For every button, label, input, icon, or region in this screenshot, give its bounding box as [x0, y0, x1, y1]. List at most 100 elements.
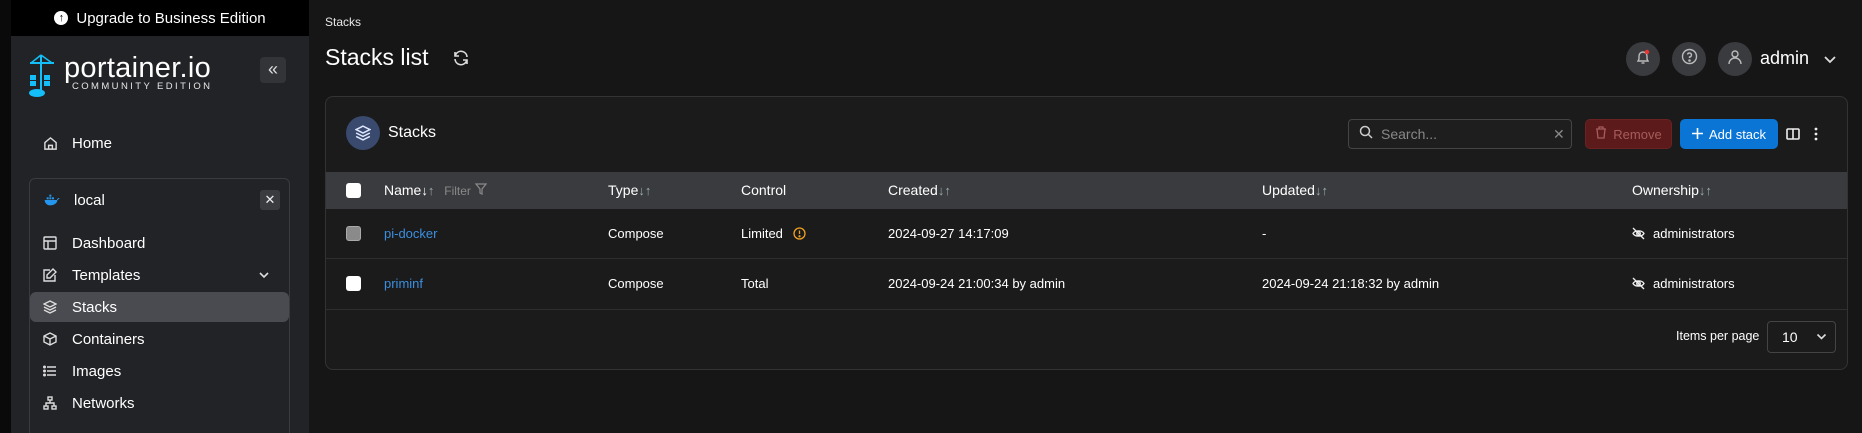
- sidebar-item-dashboard[interactable]: Dashboard: [30, 228, 290, 258]
- environment-header[interactable]: local: [32, 185, 252, 215]
- sort-icon[interactable]: ↓↑: [938, 183, 951, 198]
- upgrade-label: Upgrade to Business Edition: [76, 9, 266, 27]
- warning-icon[interactable]: [792, 227, 806, 243]
- network-icon: [42, 395, 58, 411]
- sidebar-item-templates[interactable]: Templates: [30, 260, 290, 290]
- panel-title: Stacks: [388, 124, 437, 141]
- search-input[interactable]: [1381, 126, 1541, 142]
- search-box[interactable]: ✕: [1348, 119, 1572, 149]
- column-label: Name: [384, 182, 422, 198]
- list-icon: [42, 363, 58, 379]
- column-type[interactable]: Type↓↑: [608, 182, 651, 198]
- chevron-down-icon[interactable]: [258, 268, 270, 285]
- layers-icon: [42, 299, 58, 315]
- stack-control: Limited: [741, 226, 806, 243]
- help-icon: [1681, 48, 1698, 70]
- chevron-down-icon[interactable]: [1823, 52, 1837, 71]
- row-checkbox[interactable]: [346, 226, 361, 241]
- add-stack-button[interactable]: Add stack: [1680, 119, 1778, 149]
- sidebar-item-label: Dashboard: [72, 234, 146, 252]
- home-icon: [42, 135, 58, 151]
- stack-updated: -: [1262, 226, 1267, 241]
- box-icon: [42, 331, 58, 347]
- upgrade-button[interactable]: ↑ Upgrade to Business Edition: [11, 0, 309, 36]
- column-label: Type: [608, 182, 639, 198]
- plus-icon: [1691, 127, 1703, 142]
- edit-icon: [42, 267, 58, 283]
- edition-label: COMMUNITY EDITION: [72, 81, 213, 92]
- sidebar-item-label: Templates: [72, 266, 141, 284]
- user-icon: [1727, 49, 1743, 70]
- column-ownership[interactable]: Ownership↓↑: [1632, 182, 1712, 198]
- sidebar-item-networks[interactable]: Networks: [30, 388, 290, 418]
- sort-icon[interactable]: ↓↑: [638, 183, 651, 198]
- docker-icon: [44, 192, 60, 208]
- stack-type: Compose: [608, 226, 664, 241]
- stack-type: Compose: [608, 276, 664, 291]
- portainer-crane-icon: [29, 54, 54, 97]
- sidebar-item-label: Stacks: [72, 298, 118, 316]
- stack-created: 2024-09-27 14:17:09: [888, 226, 1009, 241]
- eye-off-icon: [1632, 227, 1645, 243]
- column-label: Created: [888, 182, 938, 198]
- stack-control: Total: [741, 276, 769, 291]
- stack-updated: 2024-09-24 21:18:32 by admin: [1262, 276, 1440, 291]
- sidebar-item-label: Home: [72, 134, 113, 152]
- sidebar-item-home[interactable]: Home: [30, 128, 290, 158]
- page-title: Stacks list: [325, 44, 429, 70]
- filter-label[interactable]: Filter: [444, 184, 471, 198]
- column-updated[interactable]: Updated↓↑: [1262, 182, 1328, 198]
- refresh-icon[interactable]: [452, 49, 470, 72]
- column-name[interactable]: Name↓↑ Filter: [384, 182, 488, 198]
- trash-icon: [1595, 126, 1607, 142]
- search-icon: [1359, 125, 1373, 144]
- column-created[interactable]: Created↓↑: [888, 182, 951, 198]
- sidebar-item-label: Images: [72, 362, 122, 380]
- layers-icon: [346, 116, 380, 150]
- breadcrumb[interactable]: Stacks: [325, 15, 361, 29]
- collapse-sidebar-button[interactable]: «: [260, 57, 286, 83]
- arrow-up-icon: ↑: [54, 11, 69, 25]
- sidebar-item-images[interactable]: Images: [30, 356, 290, 386]
- add-stack-label: Add stack: [1708, 126, 1767, 142]
- stack-name-link[interactable]: priminf: [384, 276, 423, 291]
- column-label: Ownership: [1632, 182, 1699, 198]
- remove-label: Remove: [1613, 126, 1662, 142]
- close-environment-button[interactable]: ✕: [260, 190, 280, 210]
- sidebar-item-containers[interactable]: Containers: [30, 324, 290, 354]
- more-options-icon[interactable]: [1813, 127, 1819, 146]
- chevron-down-icon: [1816, 329, 1827, 345]
- filter-icon[interactable]: [474, 182, 488, 198]
- column-label: Control: [741, 182, 787, 198]
- stack-name-link[interactable]: pi-docker: [384, 226, 437, 241]
- sidebar-item-stacks[interactable]: Stacks: [30, 292, 289, 322]
- stack-ownership: administrators: [1632, 226, 1735, 243]
- remove-button[interactable]: Remove: [1585, 119, 1672, 149]
- brand-name: portainer.io: [64, 52, 212, 84]
- select-all-checkbox[interactable]: [346, 183, 361, 198]
- sort-icon[interactable]: ↓↑: [1699, 183, 1712, 198]
- items-per-page-value: 10: [1782, 329, 1798, 345]
- items-per-page-select[interactable]: 10: [1767, 321, 1836, 353]
- columns-icon[interactable]: [1786, 127, 1800, 146]
- column-control: Control: [741, 182, 786, 198]
- row-checkbox[interactable]: [346, 276, 361, 291]
- bell-icon: [1635, 49, 1651, 70]
- table-header: [326, 172, 1847, 209]
- row-divider: [326, 309, 1847, 310]
- clear-search-icon[interactable]: ✕: [1553, 126, 1565, 143]
- sort-icon[interactable]: ↑: [428, 183, 435, 198]
- help-button[interactable]: [1672, 42, 1706, 76]
- ownership-label: administrators: [1653, 276, 1735, 291]
- user-avatar[interactable]: [1718, 42, 1752, 76]
- dashboard-icon: [42, 235, 58, 251]
- items-per-page-label: Items per page: [1676, 329, 1760, 343]
- notifications-button[interactable]: [1626, 42, 1660, 76]
- eye-off-icon: [1632, 277, 1645, 293]
- portainer-logo[interactable]: portainer.io COMMUNITY EDITION: [28, 53, 212, 99]
- ownership-label: administrators: [1653, 226, 1735, 241]
- stack-created: 2024-09-24 21:00:34 by admin: [888, 276, 1066, 291]
- user-name[interactable]: admin: [1760, 48, 1809, 69]
- sort-icon[interactable]: ↓↑: [1315, 183, 1328, 198]
- row-divider: [326, 258, 1847, 259]
